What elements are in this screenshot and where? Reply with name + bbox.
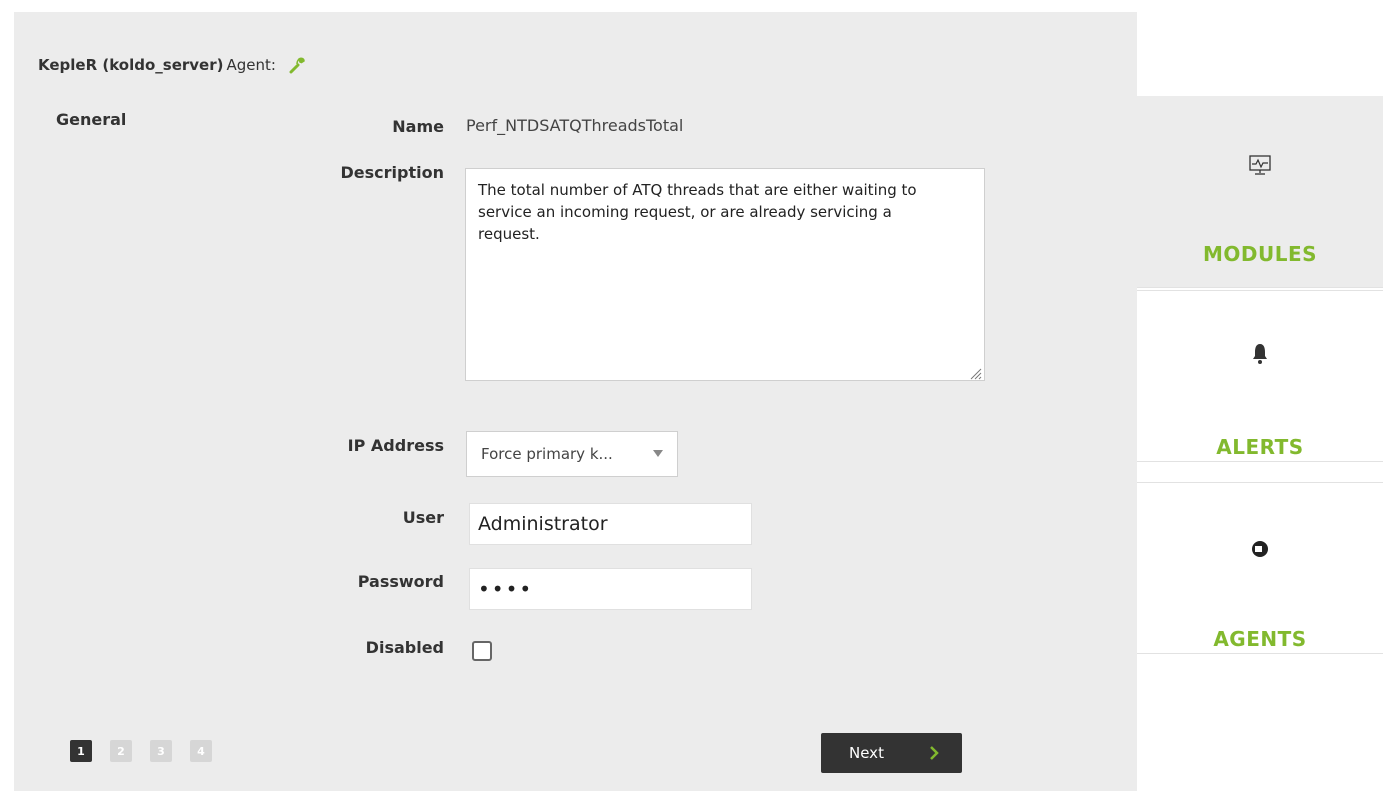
password-label: Password (357, 572, 444, 591)
ip-address-select[interactable]: Force primary k... (466, 431, 678, 477)
agent-icon (1250, 539, 1270, 563)
user-input[interactable]: Administrator (469, 503, 752, 545)
name-value: Perf_NTDSATQThreadsTotal (466, 116, 684, 135)
next-button-label: Next (849, 744, 884, 762)
pagination: 1 2 3 4 (70, 740, 212, 762)
side-menu: MODULES ALERTS AGENTS (1137, 0, 1383, 791)
disabled-label: Disabled (365, 638, 444, 657)
password-input[interactable]: •••• (469, 568, 752, 610)
side-item-alerts[interactable]: ALERTS (1137, 290, 1383, 462)
ip-address-label: IP Address (347, 436, 444, 455)
page-button[interactable]: 4 (190, 740, 212, 762)
side-item-modules-label: MODULES (1202, 242, 1318, 266)
section-general-label: General (56, 110, 127, 129)
side-item-alerts-label: ALERTS (1216, 435, 1304, 459)
wrench-icon[interactable] (288, 56, 306, 74)
description-text: The total number of ATQ threads that are… (478, 181, 917, 243)
module-wizard-panel: KepleR (koldo_server) Agent: General Nam… (14, 12, 1137, 791)
agent-name: KepleR (koldo_server) (38, 56, 224, 74)
page-button[interactable]: 1 (70, 740, 92, 762)
bell-icon (1252, 343, 1268, 369)
agent-label: Agent: (226, 56, 276, 74)
description-label: Description (340, 163, 444, 182)
side-item-modules[interactable]: MODULES (1137, 96, 1383, 288)
agent-header: KepleR (koldo_server) Agent: (38, 56, 306, 74)
resize-grip-icon[interactable] (968, 364, 982, 380)
side-item-agents[interactable]: AGENTS (1137, 482, 1383, 654)
chevron-down-icon (653, 450, 663, 457)
user-label: User (402, 508, 444, 527)
name-label: Name (392, 117, 444, 136)
page-button[interactable]: 2 (110, 740, 132, 762)
description-textarea[interactable]: The total number of ATQ threads that are… (465, 168, 985, 381)
next-button[interactable]: Next (821, 733, 962, 773)
ip-address-selected: Force primary k... (481, 445, 613, 463)
disabled-checkbox[interactable] (472, 641, 492, 661)
side-item-agents-label: AGENTS (1213, 627, 1307, 651)
monitor-pulse-icon (1248, 154, 1272, 180)
page-button[interactable]: 3 (150, 740, 172, 762)
chevron-right-icon (928, 745, 940, 761)
